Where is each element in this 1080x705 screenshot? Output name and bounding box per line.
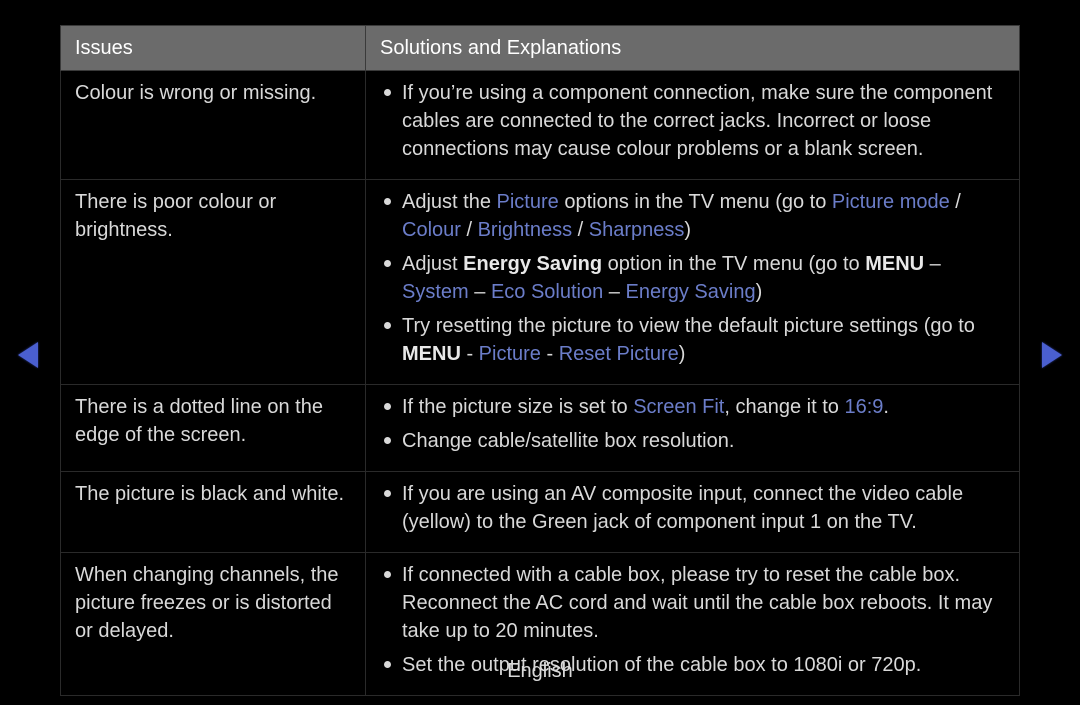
highlighted-term: Screen Fit: [633, 396, 724, 418]
text-segment: /: [461, 219, 478, 241]
table-row: Colour is wrong or missing. If you’re usi…: [60, 71, 1020, 180]
text-segment: Adjust: [402, 253, 463, 275]
issue-cell: Colour is wrong or missing.: [61, 71, 366, 179]
header-solutions: Solutions and Explanations: [366, 26, 1019, 70]
text-segment: , change it to: [724, 396, 844, 418]
page: Issues Solutions and Explanations Colour…: [0, 0, 1080, 705]
solution-list: If the picture size is set to Screen Fit…: [374, 393, 1005, 455]
solution-cell: If the picture size is set to Screen Fit…: [366, 385, 1019, 471]
text-segment: If the picture size is set to: [402, 396, 633, 418]
text-segment: option in the TV menu (go to: [602, 253, 865, 275]
solution-item: If the picture size is set to Screen Fit…: [374, 393, 1005, 421]
issue-cell: The picture is black and white.: [61, 472, 366, 552]
text-segment: If you are using an AV composite input, …: [402, 483, 963, 533]
highlighted-term: 16:9: [844, 396, 883, 418]
text-segment: .: [883, 396, 889, 418]
text-segment: ): [684, 219, 691, 241]
table-row: There is a dotted line on the edge of th…: [60, 385, 1020, 472]
solution-list: If you’re using a component connection, …: [374, 79, 1005, 163]
solution-item: If you are using an AV composite input, …: [374, 480, 1005, 536]
text-segment: /: [950, 191, 961, 213]
bold-term: MENU: [865, 253, 924, 275]
highlighted-term: Picture mode: [832, 191, 950, 213]
text-segment: Adjust the: [402, 191, 497, 213]
highlighted-term: Eco Solution: [491, 281, 603, 303]
solution-item: Adjust Energy Saving option in the TV me…: [374, 250, 1005, 306]
solution-list: Adjust the Picture options in the TV men…: [374, 188, 1005, 368]
highlighted-term: Picture: [479, 343, 541, 365]
language-label: English: [0, 657, 1080, 685]
text-segment: options in the TV menu (go to: [559, 191, 832, 213]
text-segment: If connected with a cable box, please tr…: [402, 564, 992, 642]
troubleshooting-table: Issues Solutions and Explanations Colour…: [60, 25, 1020, 696]
highlighted-term: System: [402, 281, 469, 303]
solution-item: If connected with a cable box, please tr…: [374, 561, 1005, 645]
text-segment: /: [572, 219, 589, 241]
highlighted-term: Colour: [402, 219, 461, 241]
solution-cell: Adjust the Picture options in the TV men…: [366, 180, 1019, 384]
solution-item: If you’re using a component connection, …: [374, 79, 1005, 163]
text-segment: -: [461, 343, 479, 365]
prev-page-arrow-icon[interactable]: [18, 342, 38, 368]
text-segment: –: [924, 253, 941, 275]
text-segment: -: [541, 343, 559, 365]
solution-cell: If you’re using a component connection, …: [366, 71, 1019, 179]
bold-term: Energy Saving: [463, 253, 602, 275]
next-page-arrow-icon[interactable]: [1042, 342, 1062, 368]
table-row: The picture is black and white. If you ar…: [60, 472, 1020, 553]
solution-cell: If you are using an AV composite input, …: [366, 472, 1019, 552]
highlighted-term: Sharpness: [589, 219, 685, 241]
issue-cell: There is poor colour or brightness.: [61, 180, 366, 384]
header-issues: Issues: [61, 26, 366, 70]
text-segment: ): [679, 343, 686, 365]
text-segment: –: [469, 281, 491, 303]
table-row: There is poor colour or brightness.Adjus…: [60, 180, 1020, 385]
issue-cell: There is a dotted line on the edge of th…: [61, 385, 366, 471]
highlighted-term: Picture: [497, 191, 559, 213]
highlighted-term: Energy Saving: [625, 281, 755, 303]
table-header: Issues Solutions and Explanations: [60, 25, 1020, 71]
solution-item: Try resetting the picture to view the de…: [374, 312, 1005, 368]
bold-term: MENU: [402, 343, 461, 365]
solution-list: If you are using an AV composite input, …: [374, 480, 1005, 536]
solution-item: Adjust the Picture options in the TV men…: [374, 188, 1005, 244]
solution-item: Change cable/satellite box resolution.: [374, 427, 1005, 455]
highlighted-term: Reset Picture: [559, 343, 679, 365]
text-segment: If you’re using a component connection, …: [402, 82, 992, 160]
text-segment: Try resetting the picture to view the de…: [402, 315, 975, 337]
text-segment: ): [756, 281, 763, 303]
text-segment: Change cable/satellite box resolution.: [402, 430, 734, 452]
highlighted-term: Brightness: [478, 219, 573, 241]
text-segment: –: [603, 281, 625, 303]
